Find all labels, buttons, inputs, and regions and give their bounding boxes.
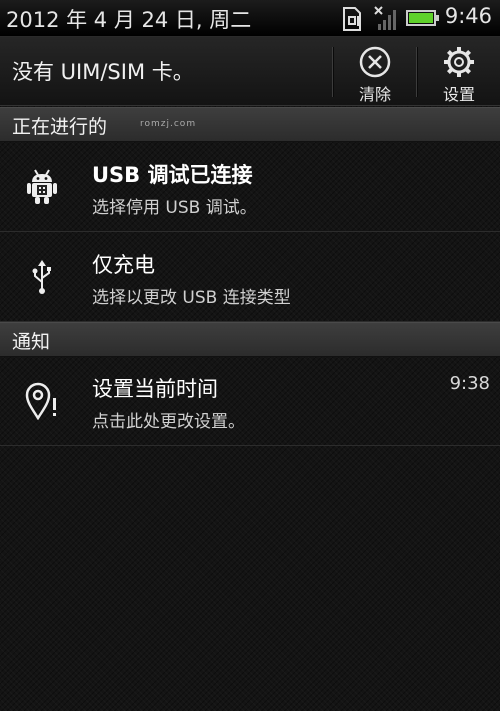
status-date: 2012 年 4 月 24 日, 周二 (6, 8, 252, 32)
notification-title: 仅充电 (92, 253, 155, 277)
section-title: 正在进行的 (12, 116, 108, 138)
notification-title: USB 调试已连接 (92, 163, 253, 187)
notification-usb-debugging[interactable]: USB 调试已连接 选择停用 USB 调试。 (0, 142, 500, 232)
android-debug-icon (24, 168, 60, 206)
watermark: romzj.com (140, 119, 197, 129)
notification-time: 9:38 (449, 373, 490, 394)
status-bar: 2012 年 4 月 24 日, 周二 9:46 (0, 0, 500, 37)
notification-header: 没有 UIM/SIM 卡。 清除 设置 (0, 37, 500, 106)
carrier-status: 没有 UIM/SIM 卡。 (12, 60, 194, 84)
notification-subtitle: 点击此处更改设置。 (92, 412, 245, 432)
notification-title: 设置当前时间 (92, 377, 218, 401)
sim-card-icon (340, 6, 364, 36)
usb-icon (24, 258, 60, 296)
section-ongoing: 正在进行的 romzj.com (0, 107, 500, 142)
no-signal-icon (372, 4, 400, 36)
notification-subtitle: 选择以更改 USB 连接类型 (92, 288, 291, 308)
battery-icon (406, 9, 440, 31)
location-alert-icon (24, 382, 60, 421)
clear-button[interactable]: 清除 (333, 37, 417, 105)
section-title: 通知 (12, 331, 51, 353)
notification-set-time[interactable]: 设置当前时间 点击此处更改设置。 9:38 (0, 356, 500, 446)
clear-label: 清除 (358, 85, 391, 104)
settings-button[interactable]: 设置 (417, 37, 500, 105)
clear-icon (358, 44, 392, 80)
gear-icon (442, 44, 476, 80)
settings-label: 设置 (442, 85, 475, 104)
notification-charge-only[interactable]: 仅充电 选择以更改 USB 连接类型 (0, 232, 500, 322)
status-time: 9:46 (444, 4, 492, 28)
notification-subtitle: 选择停用 USB 调试。 (92, 198, 257, 218)
section-notifications: 通知 (0, 322, 500, 357)
